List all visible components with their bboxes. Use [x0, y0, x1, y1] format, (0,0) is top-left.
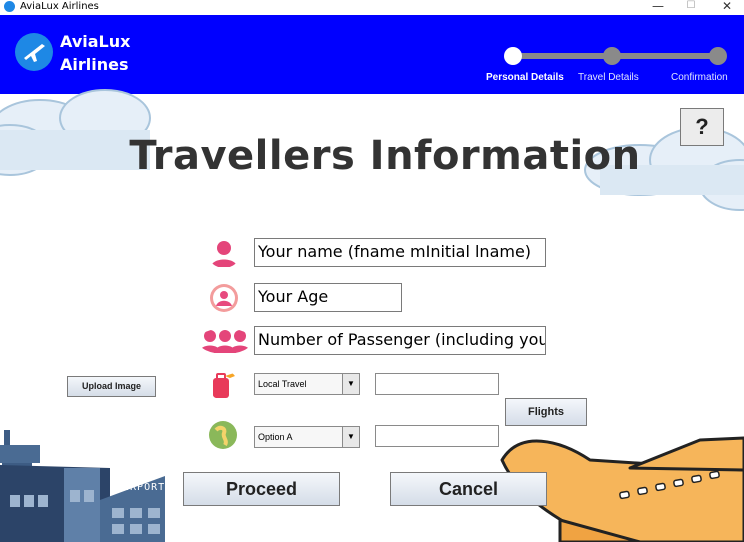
cancel-button[interactable]: Cancel: [390, 472, 547, 506]
proceed-button[interactable]: Proceed: [183, 472, 340, 506]
airplane-illustration: [500, 436, 744, 542]
